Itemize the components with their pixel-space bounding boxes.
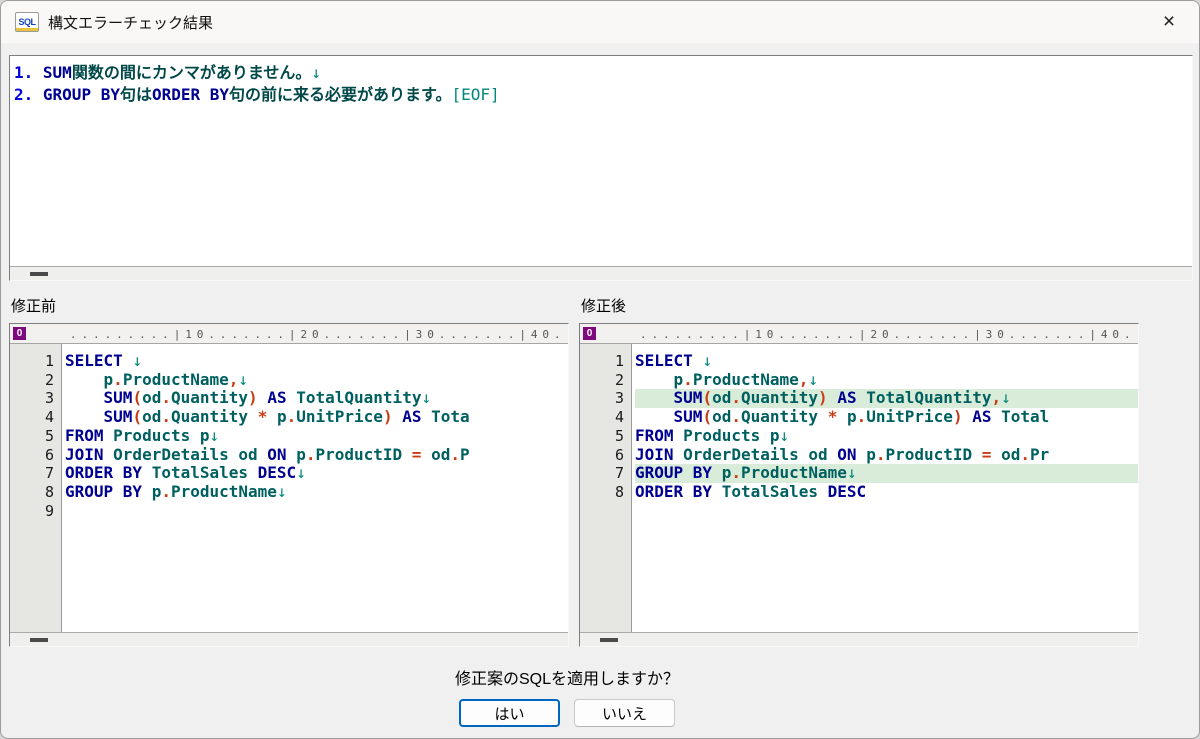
after-label: 修正後 (581, 295, 1151, 316)
before-ruler-ticks: .........|10.......|20.......|30.......|… (10, 324, 568, 341)
before-label: 修正前 (11, 295, 581, 316)
sql-app-icon-label: SQL (18, 17, 35, 27)
error-number: 2. (14, 85, 33, 104)
code-line: JOIN OrderDetails od ON p.ProductID = od… (65, 446, 568, 465)
sql-app-icon: SQL (15, 12, 39, 32)
after-ruler-zero: 0 (583, 327, 596, 340)
line-number: 9 (10, 502, 61, 521)
before-editor-body: 123456789 SELECT ↓ p.ProductName,↓ SUM(o… (10, 344, 568, 632)
error-number: 1. (14, 63, 33, 82)
code-line: SUM(od.Quantity * p.UnitPrice) AS Tota (65, 408, 568, 427)
line-number: 3 (10, 389, 61, 408)
before-editor[interactable]: 0 .........|10.......|20.......|30......… (9, 323, 569, 647)
code-line-highlighted: GROUP BY p.ProductName↓ (635, 464, 1138, 483)
line-number: 7 (580, 464, 631, 483)
after-scrollbar-thumb[interactable] (600, 638, 618, 642)
error-line[interactable]: 2. GROUP BY句はORDER BY句の前に来る必要があります。[EOF] (14, 84, 1188, 106)
after-ruler: 0 .........|10.......|20.......|30......… (580, 324, 1138, 344)
before-scrollbar-thumb[interactable] (30, 638, 48, 642)
line-number: 5 (580, 427, 631, 446)
line-number: 7 (10, 464, 61, 483)
line-number: 8 (10, 483, 61, 502)
code-line: ORDER BY TotalSales DESC (635, 483, 1138, 502)
syntax-check-dialog: SQL 構文エラーチェック結果 × 1. SUM関数の間にカンマがありません。↓… (0, 0, 1200, 739)
code-line: SUM(od.Quantity * p.UnitPrice) AS Total (635, 408, 1138, 427)
footer-buttons: はい いいえ (1, 699, 1200, 727)
line-number: 6 (10, 446, 61, 465)
code-line (65, 502, 568, 521)
line-number: 2 (10, 371, 61, 390)
before-line-number-gutter: 123456789 (10, 344, 62, 632)
after-editor[interactable]: 0 .........|10.......|20.......|30......… (579, 323, 1139, 647)
window-title: 構文エラーチェック結果 (48, 12, 213, 33)
apply-question-text: 修正案のSQLを適用しますか？ (1, 665, 1200, 689)
before-code-area[interactable]: SELECT ↓ p.ProductName,↓ SUM(od.Quantity… (62, 344, 568, 632)
code-line: GROUP BY p.ProductName↓ (65, 483, 568, 502)
error-horizontal-scrollbar[interactable] (10, 266, 1192, 280)
after-code-area[interactable]: SELECT ↓ p.ProductName,↓ SUM(od.Quantity… (632, 344, 1138, 632)
error-message-list: 1. SUM関数の間にカンマがありません。↓2. GROUP BY句はORDER… (10, 56, 1192, 266)
code-line: SELECT ↓ (635, 352, 1138, 371)
editors-row: 0 .........|10.......|20.......|30......… (9, 323, 1139, 647)
after-line-number-gutter: 12345678 (580, 344, 632, 632)
error-scrollbar-thumb[interactable] (30, 272, 48, 276)
line-number: 1 (580, 352, 631, 371)
code-line: FROM Products p↓ (65, 427, 568, 446)
line-number: 8 (580, 483, 631, 502)
code-line: p.ProductName,↓ (635, 371, 1138, 390)
line-number: 6 (580, 446, 631, 465)
code-line: JOIN OrderDetails od ON p.ProductID = od… (635, 446, 1138, 465)
code-line: ORDER BY TotalSales DESC↓ (65, 464, 568, 483)
error-list-panel[interactable]: 1. SUM関数の間にカンマがありません。↓2. GROUP BY句はORDER… (9, 55, 1193, 281)
error-line[interactable]: 1. SUM関数の間にカンマがありません。↓ (14, 62, 1188, 84)
before-ruler-zero: 0 (13, 327, 26, 340)
panel-labels-row: 修正前 修正後 (11, 295, 1151, 316)
line-number: 3 (580, 389, 631, 408)
line-number: 4 (10, 408, 61, 427)
code-line: FROM Products p↓ (635, 427, 1138, 446)
close-icon[interactable]: × (1155, 9, 1183, 35)
titlebar: SQL 構文エラーチェック結果 × (1, 1, 1199, 43)
code-line: p.ProductName,↓ (65, 371, 568, 390)
line-number: 4 (580, 408, 631, 427)
after-horizontal-scrollbar[interactable] (580, 632, 1138, 646)
line-number: 2 (580, 371, 631, 390)
code-line: SELECT ↓ (65, 352, 568, 371)
before-ruler: 0 .........|10.......|20.......|30......… (10, 324, 568, 344)
line-number: 1 (10, 352, 61, 371)
line-number: 5 (10, 427, 61, 446)
yes-button[interactable]: はい (459, 699, 560, 727)
before-horizontal-scrollbar[interactable] (10, 632, 568, 646)
after-ruler-ticks: .........|10.......|20.......|30.......|… (580, 324, 1138, 341)
code-line-highlighted: SUM(od.Quantity) AS TotalQuantity,↓ (635, 389, 1138, 408)
code-line: SUM(od.Quantity) AS TotalQuantity↓ (65, 389, 568, 408)
no-button[interactable]: いいえ (574, 699, 675, 727)
after-editor-body: 12345678 SELECT ↓ p.ProductName,↓ SUM(od… (580, 344, 1138, 632)
